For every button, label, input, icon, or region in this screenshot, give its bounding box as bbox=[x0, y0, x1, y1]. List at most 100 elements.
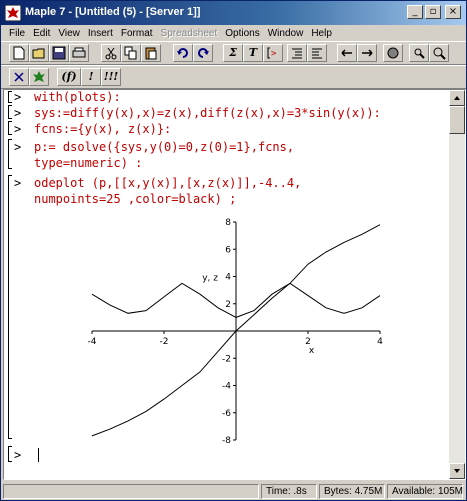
execute-button[interactable]: ! bbox=[81, 68, 101, 86]
x-axis-label: x bbox=[309, 346, 315, 356]
redo-button[interactable] bbox=[193, 44, 213, 62]
restore-button[interactable]: ▫ bbox=[425, 5, 441, 19]
zoom-out-button[interactable] bbox=[409, 44, 429, 62]
odeplot-chart[interactable]: -4 -2 2 4-8-6-4-22468xy, z bbox=[84, 216, 384, 446]
input-line[interactable]: type=numeric) : bbox=[34, 156, 142, 170]
group-bracket[interactable] bbox=[8, 175, 12, 439]
input-prompt: > bbox=[14, 122, 22, 136]
input-line[interactable]: fcns:={y(x), z(x)}: bbox=[34, 122, 171, 136]
y-tick-label: 8 bbox=[225, 218, 231, 228]
open-file-button[interactable] bbox=[29, 44, 49, 62]
menu-window[interactable]: Window bbox=[264, 28, 308, 39]
scissors-icon bbox=[105, 47, 117, 60]
scroll-up-button[interactable] bbox=[449, 90, 465, 106]
outdent-button[interactable] bbox=[307, 44, 327, 62]
input-line[interactable]: with(plots): bbox=[34, 90, 121, 104]
y-tick-label: 4 bbox=[225, 273, 231, 283]
y-tick-label: -4 bbox=[222, 382, 231, 392]
menu-view[interactable]: View bbox=[54, 28, 84, 39]
scroll-thumb[interactable] bbox=[449, 106, 465, 134]
menu-insert[interactable]: Insert bbox=[84, 28, 117, 39]
group-bracket[interactable] bbox=[8, 91, 12, 103]
y-tick-label: 2 bbox=[225, 300, 231, 310]
input-line[interactable]: sys:=diff(y(x),x)=z(x),diff(z(x),x)=3*si… bbox=[34, 106, 381, 120]
folder-icon bbox=[32, 48, 45, 59]
printer-icon bbox=[72, 47, 86, 58]
maple-leaf-icon bbox=[33, 71, 45, 82]
function-button[interactable]: (f) bbox=[57, 68, 81, 86]
back-button[interactable] bbox=[337, 44, 357, 62]
close-button[interactable]: × bbox=[445, 5, 461, 19]
worksheet[interactable]: > with(plots): > sys:=diff(y(x),x)=z(x),… bbox=[3, 89, 466, 480]
status-message bbox=[3, 484, 259, 499]
undo-icon bbox=[177, 48, 188, 58]
undo-button[interactable] bbox=[173, 44, 193, 62]
paste-icon bbox=[145, 47, 157, 60]
forward-button[interactable] bbox=[357, 44, 377, 62]
insert-input-button[interactable]: > bbox=[263, 44, 283, 62]
text-mode-button[interactable]: T bbox=[243, 44, 263, 62]
status-bar: Time: .8s Bytes: 4.75M Available: 105M bbox=[1, 482, 466, 500]
paste-button[interactable] bbox=[141, 44, 161, 62]
math-mode-button[interactable] bbox=[9, 68, 29, 86]
input-line[interactable]: odeplot (p,[[x,y(x)],[x,z(x)]],-4..4, bbox=[34, 176, 301, 190]
input-prompt: > bbox=[14, 140, 22, 154]
y-tick-label: -2 bbox=[222, 354, 231, 364]
arrow-right-icon bbox=[362, 49, 373, 57]
maple-leaf-button[interactable] bbox=[29, 68, 49, 86]
magnifier-icon bbox=[433, 47, 446, 60]
status-available: Available: 105M bbox=[387, 484, 463, 499]
magnifier-icon bbox=[414, 48, 425, 59]
menu-help[interactable]: Help bbox=[307, 28, 336, 39]
arrow-left-icon bbox=[341, 49, 352, 57]
save-icon bbox=[52, 46, 66, 60]
new-file-button[interactable] bbox=[9, 44, 29, 62]
y-tick-label: 6 bbox=[225, 245, 231, 255]
title-bar[interactable]: Maple 7 - [Untitled (5) - [Server 1]] _ … bbox=[1, 1, 466, 25]
vertical-scrollbar[interactable] bbox=[449, 90, 465, 479]
y-axis-label: y, z bbox=[202, 274, 218, 284]
group-bracket[interactable] bbox=[8, 105, 12, 119]
stop-button[interactable] bbox=[383, 44, 403, 62]
save-button[interactable] bbox=[49, 44, 69, 62]
scroll-down-button[interactable] bbox=[449, 463, 465, 479]
bracket-input-icon: > bbox=[267, 47, 277, 59]
menu-options[interactable]: Options bbox=[221, 28, 263, 39]
svg-text:>: > bbox=[271, 49, 277, 59]
zoom-in-button[interactable] bbox=[429, 44, 449, 62]
redo-icon bbox=[198, 48, 209, 58]
execute-all-button[interactable]: !!! bbox=[101, 68, 121, 86]
input-line[interactable]: p:= dsolve({sys,y(0)=0,z(0)=1},fcns, bbox=[34, 140, 294, 154]
menu-format[interactable]: Format bbox=[117, 28, 157, 39]
group-bracket[interactable] bbox=[8, 121, 12, 135]
main-toolbar: Σ T > bbox=[1, 41, 466, 65]
menu-file[interactable]: File bbox=[5, 28, 29, 39]
input-prompt: > bbox=[14, 176, 22, 190]
maple-window: Maple 7 - [Untitled (5) - [Server 1]] _ … bbox=[0, 0, 467, 501]
x-tick-label: -2 bbox=[160, 337, 169, 347]
triangle-up-icon bbox=[454, 96, 460, 100]
input-line[interactable]: numpoints=25 ,color=black) ; bbox=[34, 192, 236, 206]
menu-edit[interactable]: Edit bbox=[29, 28, 54, 39]
input-prompt: > bbox=[14, 106, 22, 120]
cut-button[interactable] bbox=[101, 44, 121, 62]
text-cursor bbox=[38, 448, 39, 462]
y-tick-label: -6 bbox=[222, 409, 231, 419]
maple-leaf-icon bbox=[5, 5, 21, 21]
print-button[interactable] bbox=[69, 44, 89, 62]
minimize-button[interactable]: _ bbox=[407, 5, 423, 19]
sum-math-button[interactable]: Σ bbox=[223, 44, 243, 62]
triangle-down-icon bbox=[454, 469, 460, 473]
status-time: Time: .8s bbox=[261, 484, 317, 499]
group-bracket[interactable] bbox=[8, 446, 12, 462]
group-bracket[interactable] bbox=[8, 139, 12, 169]
indent-icon bbox=[292, 48, 302, 59]
copy-button[interactable] bbox=[121, 44, 141, 62]
y-tick-label: -8 bbox=[222, 436, 231, 446]
copy-icon bbox=[124, 46, 137, 60]
indent-button[interactable] bbox=[287, 44, 307, 62]
x-tick-label: -4 bbox=[88, 337, 97, 347]
menu-bar: File Edit View Insert Format Spreadsheet… bbox=[1, 25, 466, 41]
status-bytes: Bytes: 4.75M bbox=[319, 484, 385, 499]
input-prompt: > bbox=[14, 448, 22, 462]
